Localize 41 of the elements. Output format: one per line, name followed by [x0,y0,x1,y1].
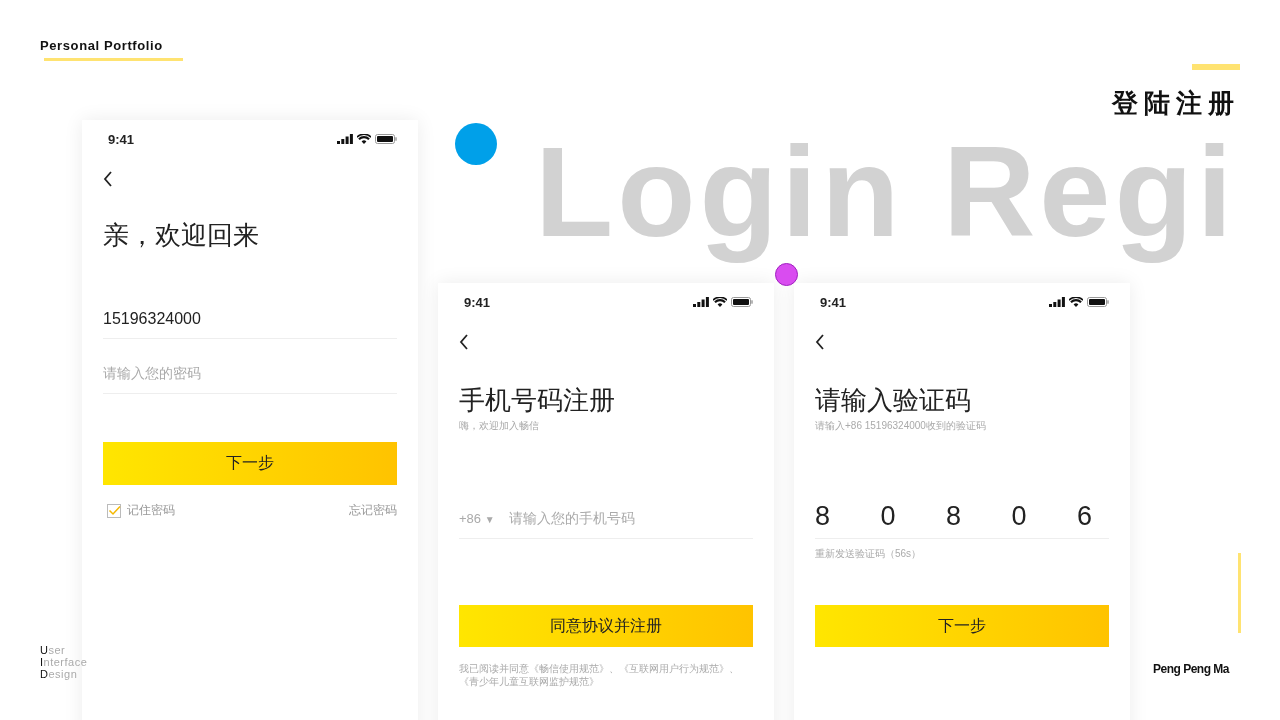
signal-icon [337,134,353,144]
status-time: 9:41 [820,294,847,310]
signal-icon [1049,297,1065,307]
wifi-icon [713,297,727,307]
portfolio-label: Personal Portfolio [40,38,163,53]
code-digit[interactable]: 0 [1011,501,1027,532]
screen-heading: 手机号码注册 [459,384,616,417]
remember-label: 记住密码 [127,502,175,519]
battery-icon [731,297,753,307]
circle-decoration [455,123,497,165]
author-name: Peng Peng Ma [1153,662,1229,676]
next-button[interactable]: 下一步 [103,442,397,485]
screen-heading: 亲，欢迎回来 [103,219,260,252]
code-digit[interactable]: 8 [945,501,961,532]
code-digit[interactable]: 6 [1076,501,1092,532]
checkbox[interactable] [107,503,121,518]
battery-icon [1087,297,1109,307]
back-icon[interactable] [815,334,825,350]
code-digit[interactable]: 8 [815,501,831,532]
battery-icon [375,134,397,144]
screen-subheading: 嗨，欢迎加入畅信 [459,419,540,433]
caption-line: Design [40,668,79,680]
back-icon[interactable] [459,334,469,350]
register-button[interactable]: 同意协议并注册 [459,605,753,647]
status-time: 9:41 [108,131,135,147]
status-time: 9:41 [464,294,491,310]
phone-input[interactable]: 15196324000 [103,298,397,339]
caption-line: User [40,644,67,656]
back-icon[interactable] [103,171,113,187]
screen-heading: 请输入验证码 [815,384,972,417]
screen-subheading: 请输入+86 15196324000收到的验证码 [815,419,987,433]
caption-line: Interface [40,656,88,668]
wifi-icon [1069,297,1083,307]
page-title: 登陆注册 [1112,88,1240,120]
next-button[interactable]: 下一步 [815,605,1109,647]
circle-decoration [775,263,798,286]
signal-icon [693,297,709,307]
code-digit[interactable]: 0 [880,501,896,532]
agreement-text: 我已阅读并同意《畅信使用规范》、《互联网用户行为规范》、《青少年儿童互联网监护规范》 [459,662,740,688]
accent-bar [1192,64,1240,70]
wifi-icon [357,134,371,144]
